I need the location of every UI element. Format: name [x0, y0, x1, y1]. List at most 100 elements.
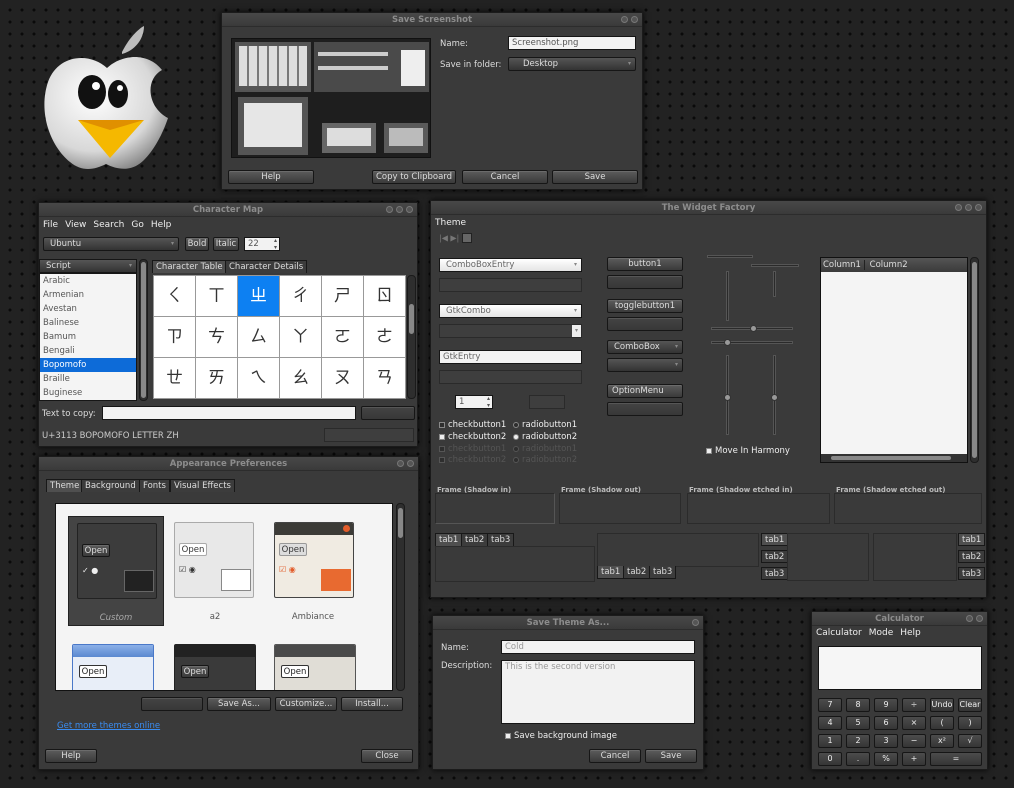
- character-grid[interactable]: ㄑㄒㄓㄔㄕㄖㄗㄘㄙㄚㄛㄜㄝㄞㄟㄠㄡㄢ: [153, 275, 406, 399]
- install-button[interactable]: Install...: [341, 697, 403, 711]
- gtkcombo[interactable]: GtkCombo ▾: [439, 304, 582, 318]
- tab1-top[interactable]: tab1: [435, 533, 463, 546]
- tool-icon[interactable]: [461, 233, 472, 243]
- bold-button[interactable]: Bold: [185, 237, 209, 251]
- slider-knob[interactable]: [750, 325, 757, 332]
- togglebutton1[interactable]: togglebutton1: [607, 299, 683, 313]
- character-cell[interactable]: ㄒ: [196, 276, 238, 317]
- theme-card-6[interactable]: Open: [274, 644, 358, 690]
- theme-scrollbar[interactable]: [396, 503, 405, 691]
- tab-character-table[interactable]: Character Table: [152, 260, 227, 273]
- maximize-icon[interactable]: [396, 206, 403, 213]
- menu-file[interactable]: File: [43, 220, 58, 230]
- hscale-2[interactable]: [751, 264, 799, 267]
- comboboxentry[interactable]: ComboBoxEntry ▾: [439, 258, 582, 272]
- column2-header[interactable]: Column2: [870, 260, 908, 270]
- list-item[interactable]: Bamum: [40, 330, 136, 344]
- vscale-4[interactable]: [771, 355, 778, 435]
- character-cell[interactable]: ㄢ: [364, 358, 406, 399]
- character-cell[interactable]: ㄗ: [154, 317, 196, 358]
- first-icon[interactable]: |◀: [439, 234, 448, 243]
- grid-scrollbar[interactable]: [407, 275, 416, 399]
- character-cell[interactable]: ㄝ: [154, 358, 196, 399]
- column1-header[interactable]: Column1: [823, 260, 865, 270]
- list-item[interactable]: Braille: [40, 372, 136, 386]
- spin-button[interactable]: 1 ▴ ▾: [455, 395, 493, 409]
- minimize-icon[interactable]: [386, 206, 393, 213]
- description-textarea[interactable]: This is the second version: [501, 660, 695, 724]
- calc-button[interactable]: ): [958, 716, 982, 730]
- character-cell[interactable]: ㄟ: [238, 358, 280, 399]
- menu-calculator[interactable]: Calculator: [816, 628, 862, 638]
- calc-button[interactable]: 4: [818, 716, 842, 730]
- calc-button[interactable]: 8: [846, 698, 870, 712]
- minimize-icon[interactable]: [621, 16, 628, 23]
- character-cell[interactable]: ㄛ: [322, 317, 364, 358]
- maximize-icon[interactable]: [965, 204, 972, 211]
- calc-button[interactable]: 1: [818, 734, 842, 748]
- character-cell[interactable]: ㄑ: [154, 276, 196, 317]
- folder-combo[interactable]: Desktop ▾: [508, 57, 636, 71]
- character-cell[interactable]: ㄓ: [238, 276, 280, 317]
- gtkentry[interactable]: GtkEntry: [439, 350, 582, 364]
- tree-view[interactable]: Column1 Column2: [820, 257, 968, 463]
- calc-button[interactable]: 6: [874, 716, 898, 730]
- tab2-bottom[interactable]: tab2: [623, 566, 651, 579]
- script-header[interactable]: Script ▾: [39, 259, 137, 273]
- spin-icon[interactable]: ▴ ▾: [487, 396, 490, 408]
- vscale-3[interactable]: [724, 355, 731, 435]
- save-button[interactable]: Save: [552, 170, 638, 184]
- calc-button[interactable]: 9: [874, 698, 898, 712]
- checkbutton2[interactable]: checkbutton2: [439, 432, 506, 442]
- theme-card-5[interactable]: Open: [174, 644, 258, 690]
- menu-view[interactable]: View: [65, 220, 86, 230]
- list-item[interactable]: Balinese: [40, 316, 136, 330]
- size-spin[interactable]: 22 ▴ ▾: [244, 237, 280, 251]
- save-as-button[interactable]: Save As...: [207, 697, 271, 711]
- menu-go[interactable]: Go: [131, 220, 143, 230]
- save-background-check[interactable]: Save background image: [505, 731, 617, 741]
- filename-input[interactable]: Screenshot.png: [508, 36, 636, 50]
- theme-card-ambiance[interactable]: Open ☑ ◉ Ambiance: [268, 516, 358, 626]
- tree-scrollbar[interactable]: [970, 257, 979, 463]
- tab2-top[interactable]: tab2: [461, 533, 489, 546]
- menu-help[interactable]: Help: [900, 628, 921, 638]
- list-item[interactable]: Bengali: [40, 344, 136, 358]
- tab-theme[interactable]: Theme: [46, 479, 84, 492]
- h-scrollbar[interactable]: [821, 454, 967, 462]
- character-cell[interactable]: ㄔ: [280, 276, 322, 317]
- calc-button[interactable]: +: [902, 752, 926, 766]
- character-cell[interactable]: ㄕ: [322, 276, 364, 317]
- last-icon[interactable]: ▶|: [450, 234, 459, 243]
- theme-card-custom[interactable]: Open ✓ ● Custom: [68, 516, 164, 626]
- character-cell[interactable]: ㄠ: [280, 358, 322, 399]
- character-cell[interactable]: ㄙ: [238, 317, 280, 358]
- close-button[interactable]: Close: [361, 749, 413, 763]
- close-icon[interactable]: [631, 16, 638, 23]
- tab-background[interactable]: Background: [81, 479, 140, 492]
- hscale-1[interactable]: [707, 255, 753, 258]
- combobox[interactable]: ComboBox ▾: [607, 340, 683, 354]
- calc-button[interactable]: 3: [874, 734, 898, 748]
- calc-button[interactable]: Clear: [958, 698, 982, 712]
- theme-card-4[interactable]: Open: [72, 644, 156, 690]
- slider-knob[interactable]: [724, 394, 731, 401]
- minimize-icon[interactable]: [397, 460, 404, 467]
- close-icon[interactable]: [976, 615, 983, 622]
- get-more-themes-link[interactable]: Get more themes online: [57, 721, 160, 731]
- delete-button[interactable]: [141, 697, 203, 711]
- character-cell[interactable]: ㄞ: [196, 358, 238, 399]
- italic-button[interactable]: Italic: [213, 237, 239, 251]
- menu-help[interactable]: Help: [151, 220, 172, 230]
- move-in-harmony-check[interactable]: Move In Harmony: [706, 446, 790, 456]
- calc-button[interactable]: =: [930, 752, 982, 766]
- radiobutton1[interactable]: radiobutton1: [513, 420, 577, 430]
- text-to-copy-input[interactable]: [102, 406, 356, 420]
- tab2-left[interactable]: tab2: [761, 550, 789, 563]
- tab-character-details[interactable]: Character Details: [225, 260, 308, 273]
- character-cell[interactable]: ㄚ: [280, 317, 322, 358]
- calc-button[interactable]: x²: [930, 734, 954, 748]
- list-item[interactable]: Arabic: [40, 274, 136, 288]
- tab3-top[interactable]: tab3: [487, 533, 515, 546]
- copy-button[interactable]: [361, 406, 415, 420]
